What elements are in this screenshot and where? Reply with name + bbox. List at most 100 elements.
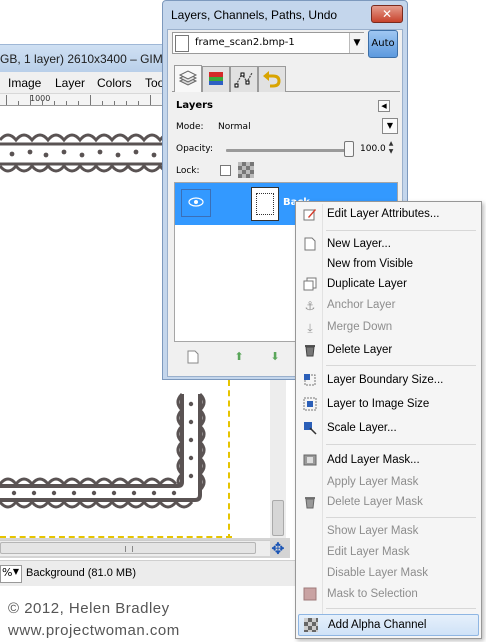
zoom-select[interactable]: % ▼ xyxy=(0,565,22,583)
menu-item-edit-layer-attributes[interactable]: Edit Layer Attributes... xyxy=(298,205,479,225)
layer-thumbnail-frame xyxy=(256,193,274,215)
menu-item-label: Edit Layer Attributes... xyxy=(327,208,440,220)
eye-icon[interactable] xyxy=(181,189,211,217)
menu-item-disable-layer-mask[interactable]: Disable Layer Mask xyxy=(298,564,479,584)
menu-item-delete-layer-mask[interactable]: Delete Layer Mask xyxy=(298,493,479,513)
chevron-down-icon: ▼ xyxy=(12,567,19,576)
spin-arrows-icon[interactable]: ▲ ▼ xyxy=(386,140,396,158)
close-button[interactable]: ✕ xyxy=(371,5,403,23)
menu-item-add-layer-mask[interactable]: Add Layer Mask... xyxy=(298,451,479,471)
delete-mask-icon xyxy=(302,495,318,511)
menu-item-add-alpha-channel[interactable]: Add Alpha Channel xyxy=(298,614,479,636)
ruler-tick xyxy=(6,95,7,105)
vertical-scrollbar-thumb[interactable] xyxy=(272,500,284,536)
auto-button[interactable]: Auto xyxy=(368,30,398,58)
copyright-watermark: © 2012, Helen Bradley xyxy=(8,600,170,617)
menu-item-duplicate-layer[interactable]: Duplicate Layer xyxy=(298,275,479,295)
raise-layer-icon[interactable]: ⬆ xyxy=(232,350,246,364)
icon-path-node xyxy=(245,80,250,85)
ruler-tick xyxy=(18,101,19,105)
menu-item-layer-to-image-size[interactable]: Layer to Image Size xyxy=(298,395,479,415)
image-window-titlebar: GB, 1 layer) 2610x3400 – GIMP xyxy=(0,44,171,72)
opacity-slider[interactable] xyxy=(226,149,346,152)
horizontal-scrollbar-thumb[interactable] xyxy=(0,542,256,554)
menu-item-label: Delete Layer Mask xyxy=(327,496,423,508)
boundary-size-icon xyxy=(302,373,318,389)
menu-item-show-layer-mask[interactable]: Show Layer Mask xyxy=(298,522,479,542)
menu-item-anchor-layer[interactable]: ⚓ Anchor Layer xyxy=(298,296,479,316)
menu-item-new-layer[interactable]: New Layer... xyxy=(298,235,479,255)
menu-item-layer-boundary-size[interactable]: Layer Boundary Size... xyxy=(298,371,479,391)
menu-item-label: Layer Boundary Size... xyxy=(327,374,444,386)
new-layer-icon xyxy=(302,237,318,253)
frame-dot xyxy=(151,152,157,158)
new-layer-icon[interactable] xyxy=(186,350,200,364)
menu-item-label: Disable Layer Mask xyxy=(327,567,428,579)
scale-layer-icon xyxy=(302,421,318,437)
mode-label: Mode: xyxy=(176,122,204,132)
status-text: Background (81.0 MB) xyxy=(26,567,137,579)
panel-menu-icon[interactable]: ◀ xyxy=(378,100,390,112)
paths-tab-icon xyxy=(234,72,253,88)
frame-scallop-bottom-2 xyxy=(0,499,194,509)
menubar: Image Layer Colors Too xyxy=(0,72,170,94)
menu-item-label: Delete Layer xyxy=(327,344,393,356)
frame-dot xyxy=(188,455,194,461)
frame-dots-side xyxy=(11,401,194,496)
menu-separator xyxy=(326,365,476,366)
menu-item-merge-down[interactable]: ⤓ Merge Down xyxy=(298,318,479,338)
menu-item-label: New from Visible xyxy=(327,258,414,270)
menu-item-edit-layer-mask[interactable]: Edit Layer Mask xyxy=(298,543,479,563)
menu-item-label: Edit Layer Mask xyxy=(327,546,410,558)
icon-bin xyxy=(305,346,315,357)
opacity-slider-handle[interactable] xyxy=(344,141,354,157)
menu-colors[interactable]: Colors xyxy=(97,76,132,90)
frame-scallop-bottom xyxy=(0,163,172,173)
frame-dot xyxy=(115,152,121,158)
icon-undo-arrowhead xyxy=(263,71,269,81)
dock-titlebar[interactable]: Layers, Channels, Paths, Undo ✕ xyxy=(163,1,407,27)
opacity-label: Opacity: xyxy=(176,144,213,154)
ruler-tick xyxy=(114,101,115,105)
frame-dot xyxy=(111,490,117,496)
menu-item-new-from-visible[interactable]: New from Visible xyxy=(298,255,479,275)
menu-item-delete-layer[interactable]: Delete Layer xyxy=(298,341,479,361)
ruler-tick xyxy=(54,101,55,105)
delete-mask-glyph xyxy=(305,497,315,509)
horizontal-ruler[interactable]: 1000 xyxy=(0,94,170,106)
menu-image[interactable]: Image xyxy=(8,76,41,90)
layers-tab-icon xyxy=(178,70,198,86)
duplicate-layer-glyph xyxy=(303,277,317,291)
boundary-size-glyph xyxy=(304,374,316,386)
tab-undo[interactable] xyxy=(258,66,286,92)
add-mask-glyph xyxy=(303,454,317,466)
menu-item-scale-layer[interactable]: Scale Layer... xyxy=(298,419,479,439)
lock-pixels-checkbox[interactable] xyxy=(220,165,231,176)
menu-item-apply-layer-mask[interactable]: Apply Layer Mask xyxy=(298,473,479,493)
lock-label: Lock: xyxy=(176,166,200,176)
ruler-tick xyxy=(66,101,67,105)
lower-layer-icon[interactable]: ⬇ xyxy=(268,350,282,364)
chevron-down-icon[interactable]: ▼ xyxy=(382,118,398,134)
mask-selection-icon xyxy=(302,587,318,603)
navigate-icon[interactable]: ✥ xyxy=(269,540,287,558)
menu-layer[interactable]: Layer xyxy=(55,76,85,90)
tab-channels[interactable] xyxy=(202,66,230,92)
icon-page-front xyxy=(303,280,314,291)
menu-item-label: Merge Down xyxy=(327,321,393,333)
menu-item-mask-to-selection[interactable]: Mask to Selection xyxy=(298,585,479,605)
image-selector[interactable]: frame_scan2.bmp-1 ▼ xyxy=(172,32,364,54)
mode-select[interactable]: Normal xyxy=(218,122,251,132)
tab-layers[interactable] xyxy=(174,65,202,92)
dock-tabs xyxy=(172,64,400,92)
opacity-value[interactable]: 100.0 xyxy=(360,144,386,154)
frame-dot xyxy=(43,152,49,158)
image-window-title: GB, 1 layer) 2610x3400 – GIMP xyxy=(0,52,171,66)
menu-item-label: Show Layer Mask xyxy=(327,525,419,537)
chevron-down-icon[interactable]: ▼ xyxy=(349,33,364,53)
lock-alpha-icon[interactable] xyxy=(238,162,254,178)
eye-pupil xyxy=(194,200,198,204)
menu-item-label: Duplicate Layer xyxy=(327,278,407,290)
frame-dot xyxy=(51,490,57,496)
tab-paths[interactable] xyxy=(230,66,258,92)
